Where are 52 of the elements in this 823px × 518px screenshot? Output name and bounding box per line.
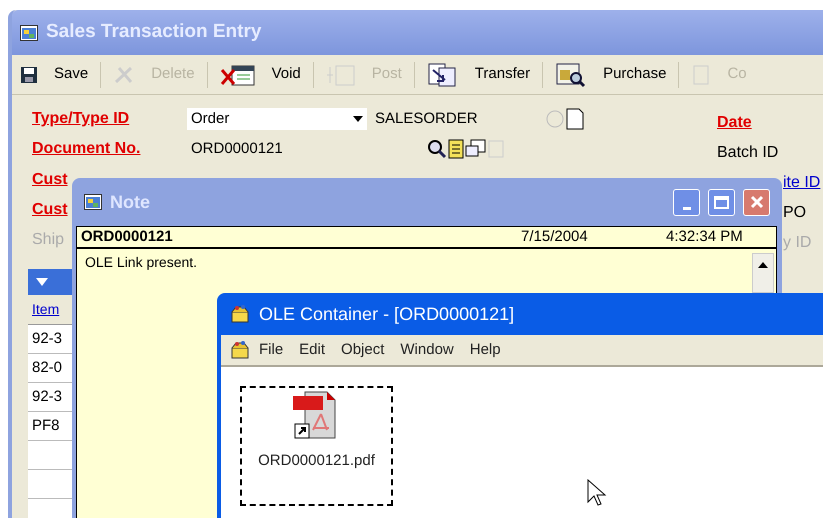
window-icon [20, 24, 38, 40]
field-label[interactable]: Document No. [32, 137, 187, 161]
field-label: PO [783, 203, 806, 223]
expand-icon[interactable] [36, 278, 48, 286]
document-number-field[interactable]: ORD0000121 [187, 138, 427, 160]
field-label[interactable]: ite ID [783, 173, 820, 193]
file-label: ORD0000121.pdf [258, 451, 375, 471]
window-title: Note [110, 190, 151, 214]
field-label[interactable]: Cust [32, 199, 68, 221]
field-label: y ID [783, 233, 812, 253]
menu-item[interactable]: Edit [299, 338, 326, 362]
field-label: Batch ID [717, 143, 778, 163]
field-label[interactable]: Cust [32, 169, 68, 191]
page-icon [691, 62, 712, 86]
note-time: 4:32:34 PM [666, 226, 743, 247]
note-icon[interactable] [565, 108, 585, 130]
type-dropdown[interactable]: Order [187, 108, 367, 130]
magnifier-icon [555, 62, 588, 88]
toolbar-button[interactable]: Purchase [555, 62, 666, 88]
field-label[interactable]: Type/Type ID [32, 107, 187, 131]
save-icon [20, 66, 38, 84]
window-title: Sales Transaction Entry [46, 20, 262, 44]
toolbar-button[interactable]: Void [220, 62, 301, 86]
embedded-file[interactable]: ORD0000121.pdf [240, 386, 393, 506]
menu-item[interactable]: File [259, 338, 284, 362]
document-number: ORD0000121 [81, 226, 174, 247]
column-header[interactable]: Item [32, 299, 60, 320]
menu-item[interactable]: Window [400, 338, 454, 362]
box-icon[interactable] [229, 340, 251, 360]
caret-icon [353, 116, 363, 122]
menu-item[interactable]: Help [470, 338, 501, 362]
window-title: OLE Container - [ORD0000121] [259, 302, 514, 326]
toolbar-button[interactable]: Transfer [426, 62, 530, 88]
toolbar-button[interactable]: Save [20, 63, 88, 86]
void-icon [220, 62, 256, 86]
window-icon [84, 194, 102, 210]
scroll-up-icon[interactable] [758, 262, 768, 268]
note-text: OLE Link present. [85, 254, 198, 270]
field-label[interactable]: Date [717, 113, 752, 133]
field-label: Ship [32, 230, 64, 250]
note-icon[interactable] [447, 139, 465, 159]
close-button[interactable] [743, 188, 770, 216]
type-id-field[interactable]: SALESORDER [375, 108, 545, 130]
minimize-button[interactable] [673, 188, 700, 216]
post-icon [326, 62, 356, 86]
search-icon[interactable] [427, 139, 447, 159]
box-icon [229, 304, 251, 324]
menu-item[interactable]: Object [341, 338, 384, 362]
close-icon [750, 195, 764, 209]
scrollbar[interactable] [752, 253, 774, 293]
maximize-button[interactable] [708, 188, 735, 216]
note-date: 7/15/2004 [521, 226, 589, 247]
